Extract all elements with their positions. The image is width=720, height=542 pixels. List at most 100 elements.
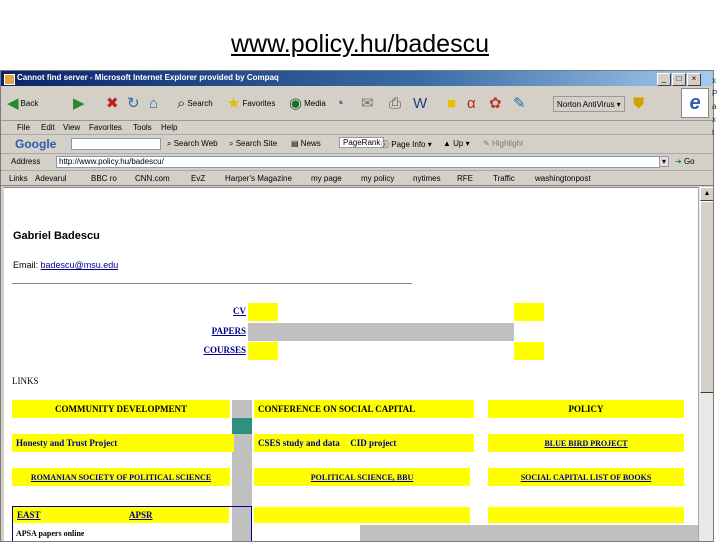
- stop-icon: ✖: [106, 94, 119, 112]
- search-site-button[interactable]: ⌕ Search Site: [229, 139, 277, 149]
- link-social-capital-books[interactable]: SOCIAL CAPITAL LIST OF BOOKS: [488, 468, 684, 486]
- link-east[interactable]: EAST: [17, 507, 41, 523]
- link-policy[interactable]: POLICY: [488, 400, 684, 418]
- link-political-science-bbu[interactable]: POLITICAL SCIENCE, BBU: [254, 468, 470, 486]
- link-washingtonpost[interactable]: washingtonpost: [535, 174, 591, 183]
- word-icon: W: [413, 94, 428, 112]
- nav-papers-label: PAPERS: [211, 326, 246, 336]
- link-romanian-society[interactable]: ROMANIAN SOCIETY OF POLITICAL SCIENCE: [12, 468, 230, 486]
- home-button[interactable]: ⌂: [149, 92, 158, 114]
- refresh-button[interactable]: ↻: [127, 92, 140, 114]
- address-dropdown[interactable]: ▾: [659, 156, 670, 167]
- pagerank-bar[interactable]: PageRank: [339, 137, 385, 148]
- yellow-cell-row4-mid: [254, 507, 470, 523]
- link-cid[interactable]: CID project: [350, 438, 396, 448]
- links-heading: LINKS: [12, 376, 39, 386]
- tool-icon: ✿: [489, 94, 502, 112]
- east-apsr-row: EAST APSR: [13, 507, 229, 523]
- maximize-button[interactable]: □: [672, 73, 686, 86]
- menu-view[interactable]: View: [63, 123, 80, 132]
- highlight-button[interactable]: ✎ Highlight: [483, 139, 523, 148]
- link-apsa-papers-label: APSA papers online: [16, 529, 85, 538]
- link-apsa-papers[interactable]: APSA papers online: [16, 527, 84, 541]
- nav-cv[interactable]: CV: [154, 306, 246, 316]
- page-info-label: Page Info: [391, 140, 426, 149]
- print-button[interactable]: ⎙: [389, 92, 401, 114]
- norton-shield-button[interactable]: ⛊: [633, 92, 644, 114]
- minimize-button[interactable]: _: [657, 73, 671, 86]
- link-apsr[interactable]: APSR: [129, 507, 153, 523]
- up-button[interactable]: ▲ Up ▾: [443, 139, 470, 148]
- scroll-up-icon[interactable]: ▲: [700, 187, 713, 201]
- nav-papers[interactable]: PAPERS: [154, 326, 246, 336]
- fragment-char: t: [712, 128, 715, 137]
- links-cses-cid: CSES study and data CID project: [254, 434, 474, 452]
- refresh-icon: ↻: [127, 94, 140, 112]
- link-evz[interactable]: EvZ: [191, 174, 205, 183]
- menu-edit[interactable]: Edit: [41, 123, 55, 132]
- link-my-page[interactable]: my page: [311, 174, 342, 183]
- extra-tool-button[interactable]: ✿: [489, 92, 502, 114]
- link-cnn[interactable]: CNN.com: [135, 174, 170, 183]
- link-my-policy[interactable]: my policy: [361, 174, 394, 183]
- link-rfe[interactable]: RFE: [457, 174, 473, 183]
- link-blue-bird[interactable]: BLUE BIRD PROJECT: [488, 434, 684, 452]
- page-info-button[interactable]: ⓘ Page Info ▾: [381, 139, 432, 150]
- google-search-input[interactable]: [71, 138, 161, 150]
- folder-button[interactable]: ■: [447, 92, 456, 114]
- edit-button[interactable]: W: [413, 92, 427, 114]
- close-button[interactable]: ×: [687, 73, 701, 86]
- nav-courses[interactable]: COURSES: [154, 345, 246, 355]
- forward-button[interactable]: ▶: [73, 92, 85, 114]
- link-nytimes[interactable]: nytimes: [413, 174, 441, 183]
- favorites-button[interactable]: ★ Favorites: [227, 92, 275, 114]
- search-button[interactable]: ⌕ Search: [177, 92, 213, 114]
- search-web-button[interactable]: ⌕ Search Web: [167, 139, 218, 149]
- back-label: Back: [20, 98, 39, 108]
- link-blue-bird-label: BLUE BIRD PROJECT: [544, 439, 628, 448]
- vertical-scrollbar[interactable]: ▲: [698, 187, 713, 541]
- back-button[interactable]: ◀ Back: [7, 92, 38, 114]
- folder-icon: ■: [447, 94, 457, 112]
- link-social-capital-books-label: SOCIAL CAPITAL LIST OF BOOKS: [520, 473, 652, 482]
- link-conference-label: CONFERENCE ON SOCIAL CAPITAL: [258, 404, 416, 414]
- nav-courses-cell: [248, 342, 278, 360]
- link-cses[interactable]: CSES study and data: [258, 438, 340, 448]
- link-community-development-label: COMMUNITY DEVELOPMENT: [55, 404, 187, 414]
- google-toolbar: Google ⌕ Search Web ⌕ Search Site ▤ News…: [1, 135, 713, 154]
- menu-favorites[interactable]: Favorites: [89, 123, 122, 132]
- link-policy-label: POLICY: [568, 404, 604, 414]
- link-honesty-trust[interactable]: Honesty and Trust Project: [12, 434, 234, 452]
- link-adevarul[interactable]: Adevarul: [35, 174, 67, 183]
- history-button[interactable]: ◔: [335, 92, 344, 114]
- mail-button[interactable]: ✉: [361, 92, 374, 114]
- discuss-button[interactable]: ✎: [513, 92, 526, 114]
- link-bbc-ro[interactable]: BBC ro: [91, 174, 117, 183]
- media-icon: ◉: [289, 94, 303, 112]
- media-button[interactable]: ◉ Media: [289, 92, 326, 114]
- browser-window: Cannot find server - Microsoft Internet …: [0, 70, 714, 542]
- stop-button[interactable]: ✖: [106, 92, 119, 114]
- go-button[interactable]: ➜ Go: [675, 157, 695, 166]
- link-harpers[interactable]: Harper's Magazine: [225, 174, 292, 183]
- link-conference-social-capital[interactable]: CONFERENCE ON SOCIAL CAPITAL: [254, 400, 474, 418]
- news-button[interactable]: ▤ News: [291, 139, 321, 148]
- menu-help[interactable]: Help: [161, 123, 177, 132]
- link-traffic[interactable]: Traffic: [493, 174, 515, 183]
- email-line: Email: badescu@msu.edu: [13, 260, 118, 270]
- menu-bar: File Edit View Favorites Tools Help: [1, 121, 713, 135]
- nav-papers-bar: [248, 323, 514, 341]
- highlight-label: Highlight: [491, 139, 524, 148]
- menu-file[interactable]: File: [17, 123, 30, 132]
- menu-tools[interactable]: Tools: [133, 123, 152, 132]
- norton-button[interactable]: Norton AntiVirus ▾: [553, 96, 625, 112]
- up-label: Up: [453, 139, 464, 148]
- address-input[interactable]: http://www.policy.hu/badescu/: [56, 156, 660, 168]
- scroll-thumb[interactable]: [700, 201, 713, 393]
- address-label: Address: [11, 157, 41, 166]
- title-bar[interactable]: Cannot find server - Microsoft Internet …: [1, 71, 713, 86]
- email-link[interactable]: badescu@msu.edu: [41, 260, 119, 270]
- messenger-button[interactable]: α: [467, 92, 476, 114]
- link-community-development[interactable]: COMMUNITY DEVELOPMENT: [12, 400, 230, 418]
- nav-cv-cell: [248, 303, 278, 321]
